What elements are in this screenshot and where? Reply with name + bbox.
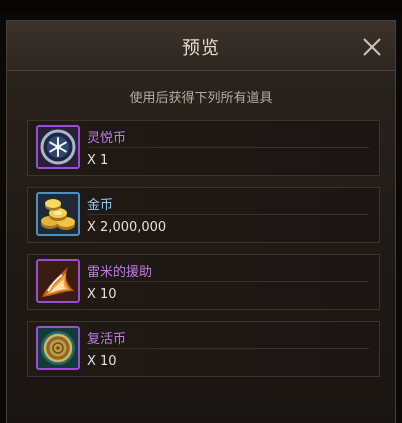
flaming-hand-icon [36,259,80,303]
item-divider [87,348,369,349]
snowflake-coin-icon [36,125,80,169]
item-name: 复活币 [87,332,127,347]
item-divider [87,281,369,282]
close-button[interactable] [361,36,383,58]
item-name: 雷米的援助 [87,265,153,280]
item-quantity: X 10 [87,287,117,302]
list-item[interactable]: 灵悦币 X 1 [27,120,380,176]
item-name: 灵悦币 [87,131,127,146]
close-icon [363,38,381,56]
dialog-header: 预览 [7,21,395,71]
dialog-title: 预览 [182,38,220,59]
list-item[interactable]: 雷米的援助 X 10 [27,254,380,310]
item-name: 金币 [87,198,114,213]
revive-coin-icon [36,326,80,370]
item-quantity: X 2,000,000 [87,220,167,235]
dialog-subtitle: 使用后获得下列所有道具 [129,91,273,106]
gold-coins-icon [36,192,80,236]
list-item[interactable]: 金币 X 2,000,000 [27,187,380,243]
top-strip [0,0,402,14]
item-quantity: X 10 [87,354,117,369]
item-divider [87,147,369,148]
item-divider [87,214,369,215]
item-quantity: X 1 [87,153,109,168]
list-item[interactable]: 复活币 X 10 [27,321,380,377]
preview-dialog: 预览 使用后获得下列所有道具 灵悦币 X 1 金币 X 2,000,000 雷米… [6,20,396,423]
